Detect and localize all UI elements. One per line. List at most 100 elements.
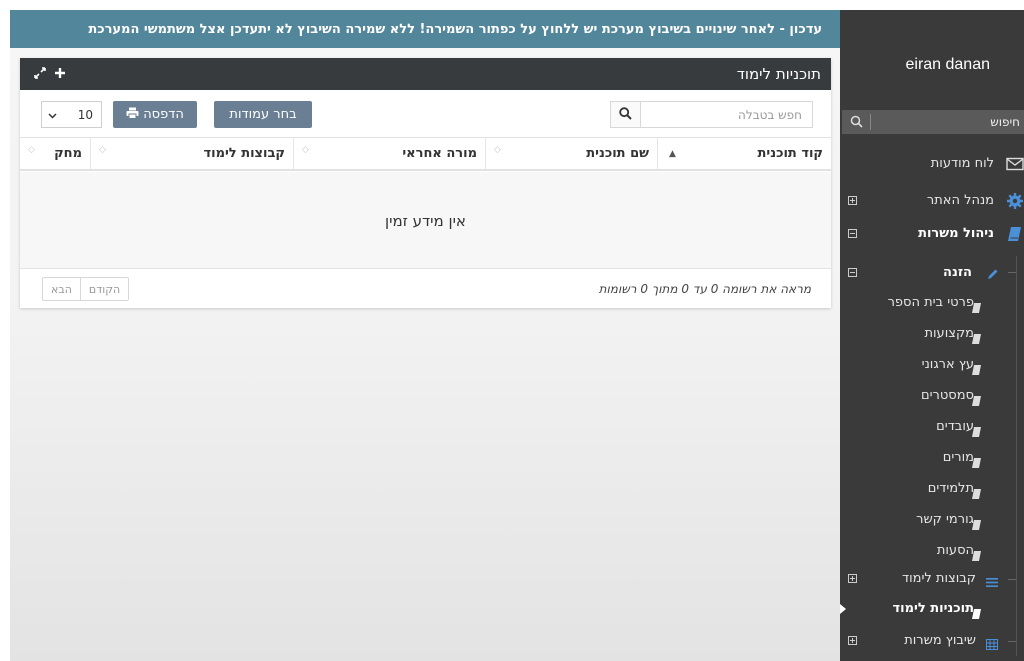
sidebar-item-label: מקצועות: [924, 326, 974, 341]
sidebar-item-label: שיבוץ משרות: [904, 633, 976, 648]
sidebar-item-label: הסעות: [936, 543, 974, 558]
update-banner: עדכון - לאחר שינויים בשיבוץ מערכת יש ללח…: [10, 10, 840, 48]
page-size-value: 10: [77, 107, 93, 122]
col-delete-label: מחק: [54, 146, 82, 161]
search-icon[interactable]: [850, 114, 866, 130]
search-separator: [870, 114, 871, 130]
sort-icon: ◇: [28, 145, 35, 155]
table-footer: מראה את רשומה 0 עד 0 מתוך 0 רשומות הבא ה…: [20, 268, 831, 308]
sidebar-item-label: מנהל האתר: [926, 193, 994, 208]
sidebar-item-label: עץ ארגוני: [921, 357, 974, 372]
left-edge: [0, 0, 10, 661]
collapse-minus-icon[interactable]: [848, 268, 857, 277]
print-icon: [126, 107, 139, 123]
collapse-minus-icon[interactable]: [848, 229, 857, 238]
sidebar-item-contacts[interactable]: גורמי קשר: [840, 505, 1024, 535]
top-gap: [10, 0, 840, 10]
pencil-icon: [986, 266, 1004, 284]
sidebar-top-gap: [840, 0, 1024, 10]
expand-plus-icon[interactable]: [848, 636, 857, 645]
tree-tick: [1008, 579, 1016, 580]
sidebar-item-teachers[interactable]: מורים: [840, 443, 1024, 473]
col-delete[interactable]: מחק ◇: [20, 138, 90, 169]
col-program-code[interactable]: קוד תוכנית ▲: [657, 138, 831, 169]
col-program-name[interactable]: שם תוכנית ◇: [485, 138, 657, 169]
sidebar: eiran danan לוח מודעות מנהל האתר ניהול מ…: [840, 0, 1024, 661]
expand-plus-icon[interactable]: [848, 574, 857, 583]
col-program-name-label: שם תוכנית: [586, 146, 649, 161]
panel-header: תוכניות לימוד: [20, 58, 831, 90]
sidebar-item-label: ניהול משרות: [918, 226, 994, 241]
sort-icon: ◇: [302, 145, 309, 155]
sidebar-item-label: פרטי בית הספר: [887, 295, 974, 310]
sidebar-item-data-entry[interactable]: הזנה: [840, 258, 1024, 288]
sidebar-item-label: הזנה: [943, 265, 972, 280]
search-icon: [619, 105, 632, 124]
user-name: eiran danan: [905, 56, 990, 73]
tree-tick: [1008, 641, 1016, 642]
table-search-input[interactable]: [640, 102, 812, 127]
book-icon: [972, 453, 981, 468]
col-program-code-label: קוד תוכנית: [757, 146, 823, 161]
book-icon: [972, 546, 981, 561]
search-button[interactable]: [611, 102, 641, 127]
sort-asc-icon: ▲: [669, 149, 676, 159]
sidebar-item-label: קבוצות לימוד: [902, 571, 976, 586]
records-info: מראה את רשומה 0 עד 0 מתוך 0 רשומות: [598, 282, 811, 296]
sidebar-search: [842, 110, 1024, 134]
update-banner-text: עדכון - לאחר שינויים בשיבוץ מערכת יש ללח…: [88, 21, 822, 37]
sidebar-item-school-details[interactable]: פרטי בית הספר: [840, 288, 1024, 318]
sidebar-item-label: עובדים: [936, 419, 974, 434]
sidebar-item-label: תלמידים: [927, 481, 974, 496]
sidebar-item-label: גורמי קשר: [916, 512, 974, 527]
col-responsible-teacher[interactable]: מורה אחראי ◇: [293, 138, 485, 169]
main-content: עדכון - לאחר שינויים בשיבוץ מערכת יש ללח…: [10, 0, 840, 661]
expand-plus-icon[interactable]: [848, 196, 857, 205]
col-responsible-teacher-label: מורה אחראי: [402, 146, 477, 161]
sidebar-item-label: מורים: [942, 450, 974, 465]
print-button[interactable]: הדפסה: [113, 101, 197, 128]
print-label: הדפסה: [143, 107, 184, 122]
sidebar-item-label: תוכניות לימוד: [892, 601, 975, 616]
sidebar-item-employees[interactable]: עובדים: [840, 412, 1024, 442]
col-study-groups[interactable]: קבוצות לימוד ◇: [90, 138, 293, 169]
choose-columns-label: בחר עמודות: [229, 107, 297, 122]
empty-message: אין מידע זמין: [385, 212, 466, 230]
sidebar-item-transport[interactable]: הסעות: [840, 536, 1024, 566]
pagination: הבא הקודם: [42, 277, 130, 301]
book-icon: [972, 422, 981, 437]
sidebar-item-label: סמסטרים: [920, 388, 974, 403]
gear-icon: [1006, 192, 1024, 210]
book-icon: [972, 515, 981, 530]
sort-icon: ◇: [99, 145, 106, 155]
sidebar-item-programs[interactable]: תוכניות לימוד: [840, 594, 1024, 624]
page-size-select[interactable]: 10: [41, 101, 102, 128]
sidebar-search-input[interactable]: [870, 110, 1020, 134]
sidebar-item-bulletin[interactable]: לוח מודעות: [840, 149, 1024, 179]
book-icon: [972, 360, 981, 375]
sidebar-item-job-management[interactable]: ניהול משרות: [840, 219, 1024, 249]
sidebar-item-site-admin[interactable]: מנהל האתר: [840, 186, 1024, 216]
sidebar-item-semesters[interactable]: סמסטרים: [840, 381, 1024, 411]
sidebar-item-job-scheduling[interactable]: שיבוץ משרות: [840, 626, 1024, 656]
sidebar-item-students[interactable]: תלמידים: [840, 474, 1024, 504]
programs-panel: תוכניות לימוד בחר עמודות הדפ: [20, 58, 831, 308]
book-icon: [1006, 225, 1024, 243]
sidebar-item-study-groups[interactable]: קבוצות לימוד: [840, 564, 1024, 594]
table-body: אין מידע זמין: [20, 172, 831, 268]
prev-page-button[interactable]: הקודם: [79, 278, 128, 300]
sidebar-item-org-tree[interactable]: עץ ארגוני: [840, 350, 1024, 380]
tree-tick: [1008, 272, 1016, 273]
list-icon: [986, 573, 1004, 591]
book-icon: [972, 391, 981, 406]
expand-icon[interactable]: [32, 64, 48, 82]
envelope-icon: [1006, 155, 1024, 173]
chevron-down-icon: [48, 108, 57, 122]
sort-icon: ◇: [494, 145, 501, 155]
add-icon[interactable]: [52, 64, 68, 82]
table-toolbar: בחר עמודות הדפסה 10: [20, 90, 831, 136]
sidebar-item-subjects[interactable]: מקצועות: [840, 319, 1024, 349]
choose-columns-button[interactable]: בחר עמודות: [214, 101, 312, 128]
next-page-button[interactable]: הבא: [43, 278, 80, 300]
book-icon: [972, 298, 981, 313]
